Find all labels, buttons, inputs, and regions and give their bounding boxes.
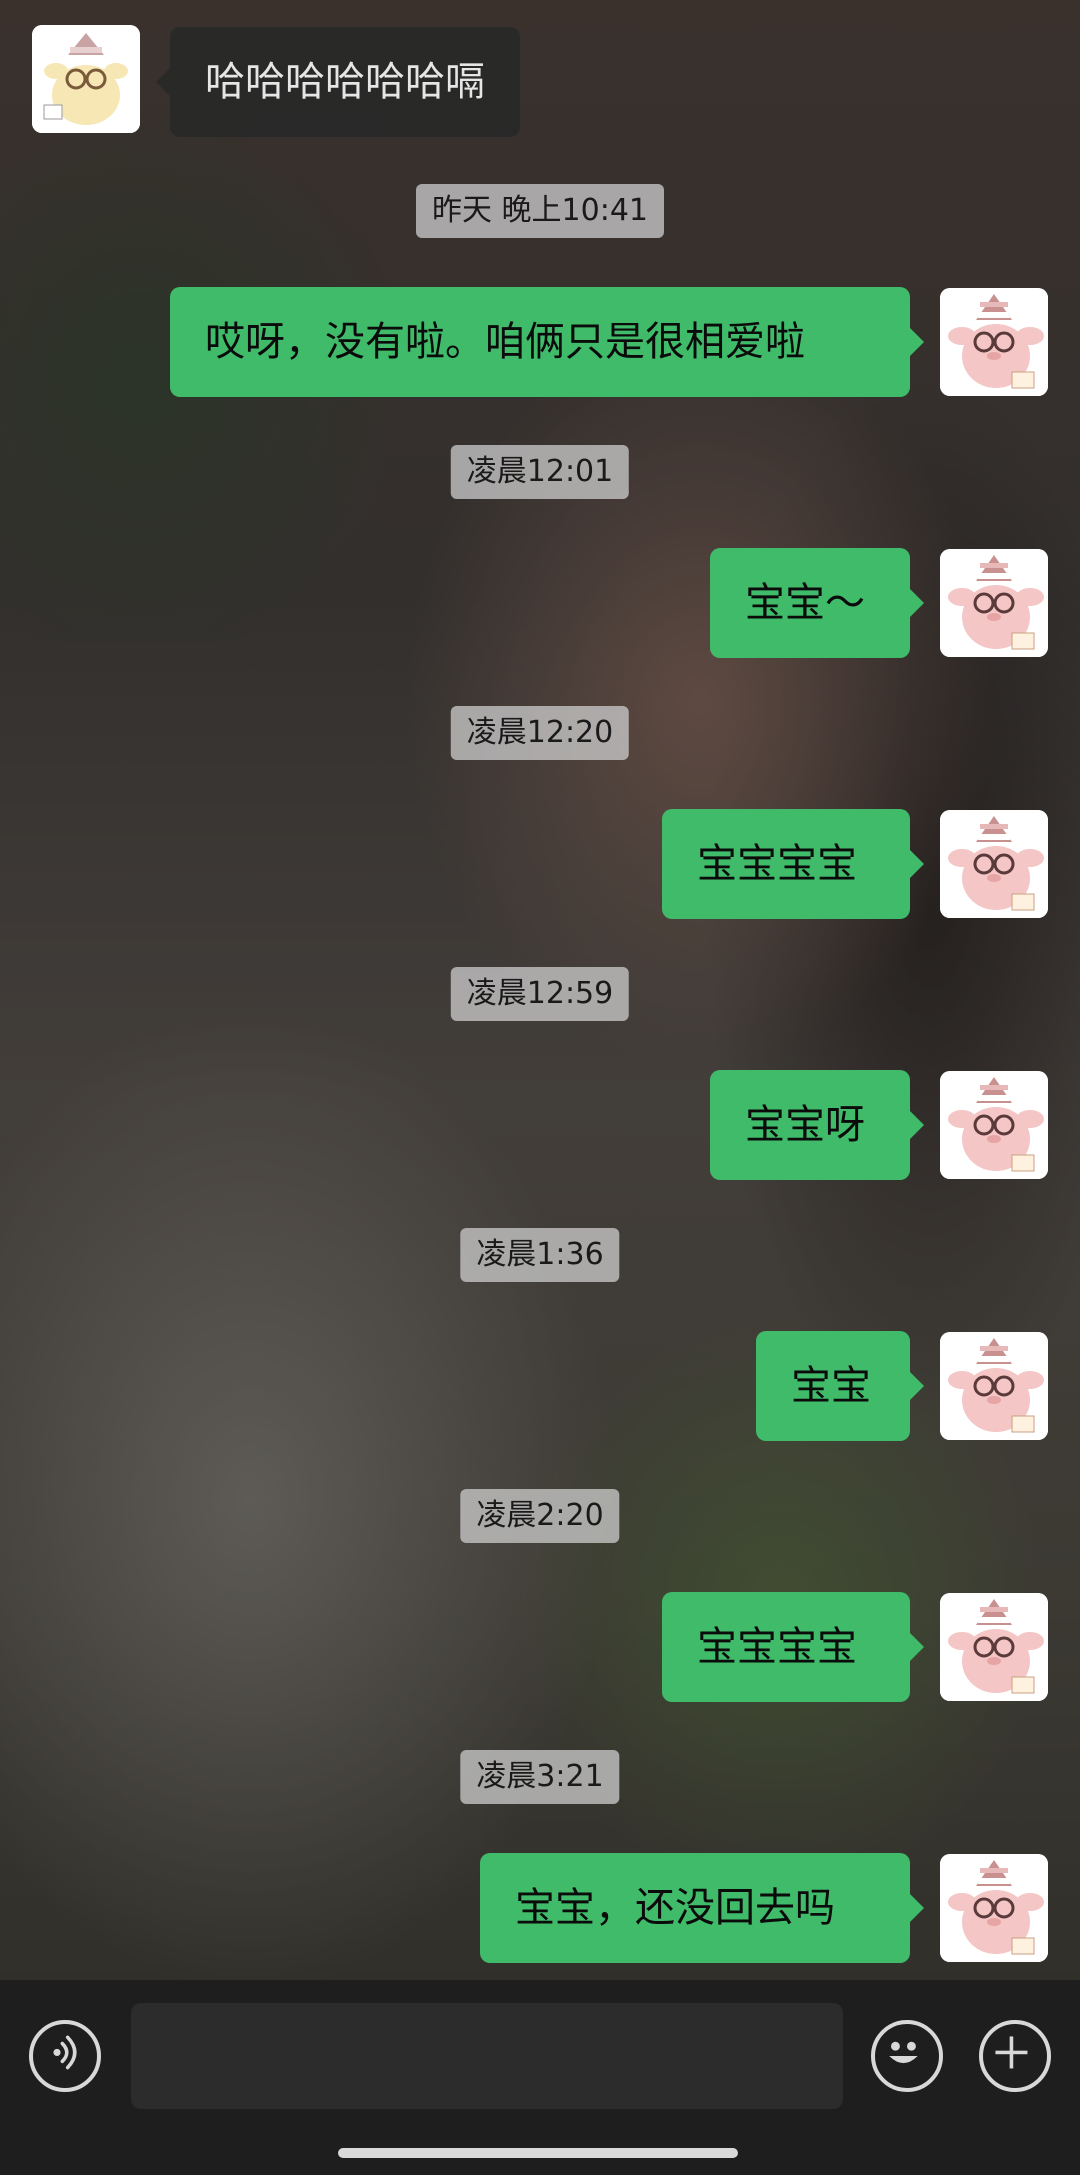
my-avatar[interactable]: [940, 1332, 1048, 1440]
outgoing-message-bubble[interactable]: 哎呀，没有啦。咱俩只是很相爱啦: [170, 287, 924, 397]
my-avatar[interactable]: [940, 1854, 1048, 1962]
outgoing-message-bubble[interactable]: 宝宝～: [710, 548, 924, 658]
cartoon-pig-avatar-icon: [940, 549, 1048, 657]
outgoing-message-bubble[interactable]: 宝宝宝宝: [662, 1592, 924, 1702]
outgoing-message-bubble[interactable]: 宝宝，还没回去吗: [480, 1853, 924, 1963]
outgoing-message-bubble[interactable]: 宝宝呀: [710, 1070, 924, 1180]
cartoon-pig-avatar-icon: [940, 1854, 1048, 1962]
cartoon-pig-avatar-icon: [940, 1332, 1048, 1440]
emoji-button[interactable]: [871, 2020, 943, 2092]
cartoon-pig-avatar-icon: [940, 288, 1048, 396]
chat-screen: 哈哈哈哈哈哈嗝 昨天 晚上10:41 哎呀，没有啦。咱俩只是很相爱啦 凌晨12:0…: [0, 0, 1080, 2175]
outgoing-message-bubble[interactable]: 宝宝: [756, 1331, 924, 1441]
my-avatar[interactable]: [940, 810, 1048, 918]
message-timestamp: 凌晨12:59: [450, 967, 630, 1021]
message-timestamp: 凌晨12:20: [450, 706, 630, 760]
emoji-icon: [889, 2041, 918, 2064]
message-input[interactable]: [131, 2003, 843, 2109]
cartoon-pig-avatar-icon: [940, 1593, 1048, 1701]
incoming-message-bubble[interactable]: 哈哈哈哈哈哈嗝: [156, 27, 520, 137]
message-timestamp: 凌晨2:20: [460, 1489, 620, 1543]
my-avatar[interactable]: [940, 1071, 1048, 1179]
my-avatar[interactable]: [940, 288, 1048, 396]
more-button[interactable]: [979, 2020, 1051, 2092]
cartoon-pig-avatar-icon: [940, 810, 1048, 918]
plus-icon: [995, 2036, 1028, 2069]
message-timestamp: 凌晨1:36: [460, 1228, 620, 1282]
home-indicator[interactable]: [338, 2148, 738, 2158]
my-avatar[interactable]: [940, 549, 1048, 657]
cartoon-avatar-icon: [32, 25, 140, 133]
message-timestamp: 凌晨3:21: [460, 1750, 620, 1804]
message-timestamp: 凌晨12:01: [450, 445, 630, 499]
cartoon-pig-avatar-icon: [940, 1071, 1048, 1179]
voice-icon: [53, 2035, 77, 2070]
outgoing-message-bubble[interactable]: 宝宝宝宝: [662, 809, 924, 919]
my-avatar[interactable]: [940, 1593, 1048, 1701]
voice-button[interactable]: [29, 2020, 101, 2092]
message-timestamp: 昨天 晚上10:41: [416, 184, 664, 238]
contact-avatar[interactable]: [32, 25, 140, 133]
